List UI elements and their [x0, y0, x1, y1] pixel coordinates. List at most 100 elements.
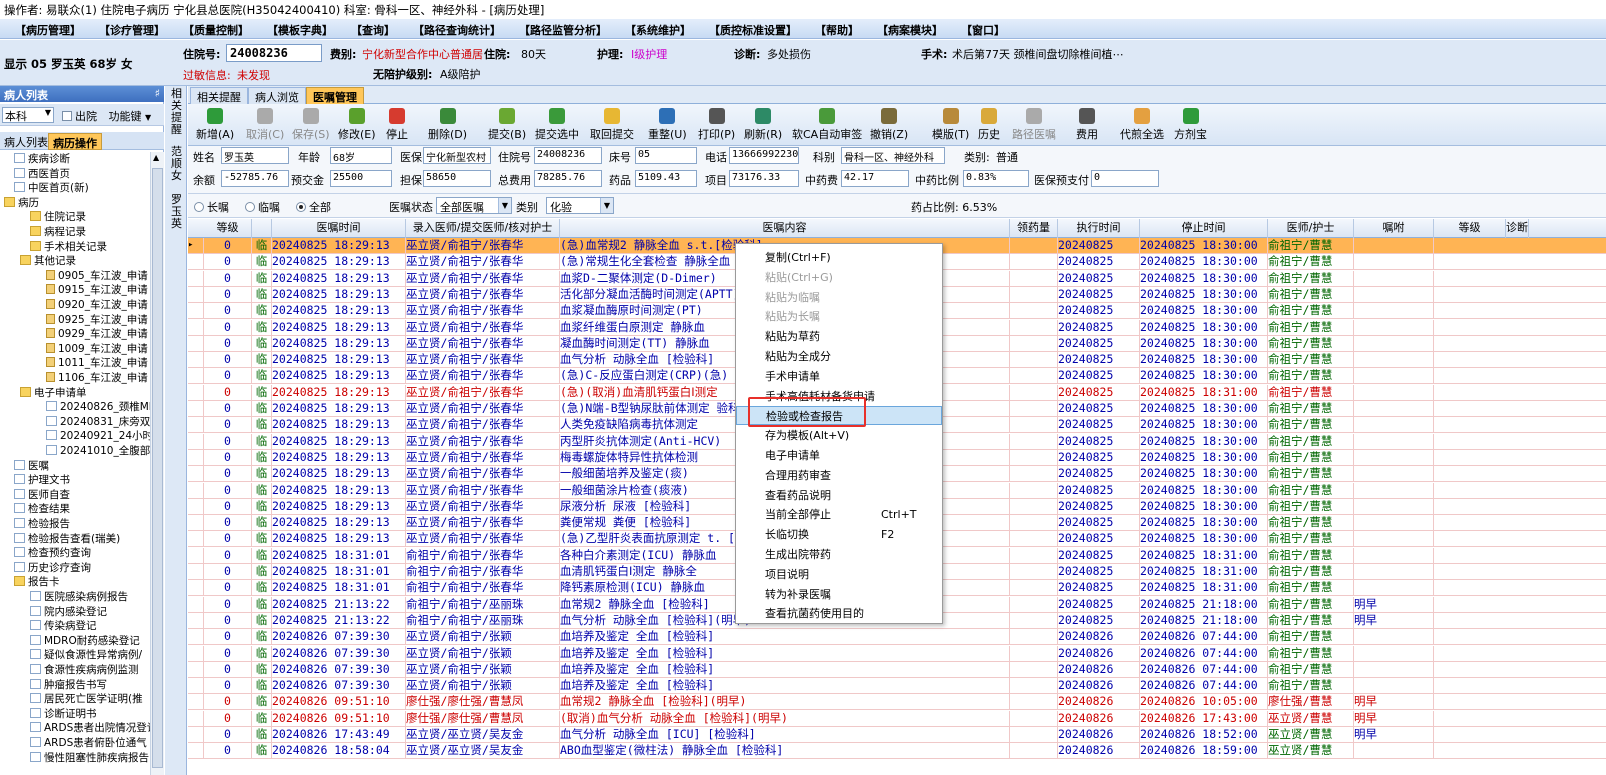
tree-node[interactable]: ARDS患者俯卧位通气 [30, 736, 147, 750]
row-indicator[interactable] [188, 678, 204, 695]
toolbar-button[interactable]: 费用 [1076, 106, 1098, 144]
phone-field[interactable]: 13666992230 [729, 147, 799, 164]
row-indicator[interactable] [188, 580, 204, 597]
row-indicator[interactable] [188, 482, 204, 499]
context-menu-item[interactable]: 长临切换 F2 [736, 525, 942, 544]
column-header[interactable]: 录入医师/提交医师/核对护士 [406, 219, 560, 238]
menu-item[interactable]: 【质量控制】 [174, 19, 258, 38]
toolbar-button[interactable]: 新增(A) [196, 106, 234, 144]
tree-node[interactable]: 诊断证明书 [30, 707, 97, 721]
row-indicator[interactable] [188, 743, 204, 760]
tab-related-reminder[interactable]: 相关提醒 [190, 87, 248, 104]
row-indicator[interactable] [188, 547, 204, 564]
tree-node[interactable]: 西医首页 [14, 167, 70, 181]
tree-node[interactable]: 病历 [4, 196, 39, 210]
toolbar-button[interactable]: 打印(P) [698, 106, 735, 144]
row-indicator[interactable] [188, 433, 204, 450]
row-indicator[interactable] [188, 515, 204, 532]
tree-node[interactable]: 检查预约查询 [14, 546, 91, 560]
menu-item[interactable]: 【帮助】 [806, 19, 868, 38]
row-indicator[interactable] [188, 401, 204, 417]
context-menu-item[interactable]: 查看药品说明 [736, 486, 942, 505]
toolbar-button[interactable]: 刷新(R) [744, 106, 782, 144]
context-menu-item[interactable]: 合理用药审查 [736, 466, 942, 485]
scrollbar-thumb[interactable] [152, 168, 163, 768]
prepaid-field[interactable]: 25500 [330, 170, 392, 187]
row-indicator[interactable] [188, 335, 204, 352]
column-header[interactable]: 医嘱内容 [560, 219, 1010, 238]
tree-node[interactable]: 1009_车江波_申请 [46, 342, 148, 356]
row-indicator[interactable] [188, 303, 204, 320]
row-indicator[interactable] [188, 384, 204, 401]
row-indicator[interactable] [188, 466, 204, 483]
tree-node[interactable]: ARDS患者出院情况登记 [30, 721, 150, 735]
toolbar-button[interactable]: 保存(S) [292, 106, 330, 144]
context-menu-item[interactable]: 粘贴为长嘱 [736, 307, 942, 326]
context-menu-item[interactable]: 存为模板(Alt+V) [736, 426, 942, 445]
tab-patient-browse[interactable]: 病人浏览 [248, 87, 306, 104]
department-field[interactable]: 骨科一区、神经外科 [841, 147, 945, 164]
tree-node[interactable]: 护理文书 [14, 473, 70, 487]
row-indicator[interactable] [188, 645, 204, 662]
tree-node[interactable]: 历史诊疗查询 [14, 561, 91, 575]
tree-node[interactable]: 病程记录 [30, 225, 86, 239]
toolbar-button[interactable]: 软CA自动审签 [792, 106, 862, 144]
toolbar-button[interactable]: 历史 [978, 106, 1000, 144]
context-menu-item[interactable]: 粘贴为全成分 [736, 347, 942, 366]
table-row[interactable]: 0 临 20240826 09:51:10 廖仕强/廖仕强/曹慧凤 (取消)血气分析 动… [188, 710, 1606, 727]
column-header[interactable]: 医师/护士 [1268, 219, 1354, 238]
column-header[interactable]: 嘱咐 [1354, 219, 1434, 238]
tree-node[interactable]: 0925_车江波_申请 [46, 313, 148, 327]
tree-node[interactable]: 住院记录 [30, 210, 86, 224]
row-indicator[interactable] [188, 352, 204, 369]
tree-node[interactable]: 0929_车江波_申请 [46, 327, 148, 341]
drug-fee-field[interactable]: 5109.43 [635, 170, 697, 187]
tree-node[interactable]: 20240831_床旁双 [46, 415, 150, 429]
row-indicator[interactable] [188, 710, 204, 727]
toolbar-button[interactable]: 代煎全选 [1120, 106, 1164, 144]
toolbar-button[interactable]: 提交(B) [488, 106, 526, 144]
row-indicator[interactable] [188, 727, 204, 743]
context-menu-item[interactable]: 查看抗菌药使用目的 [736, 604, 942, 623]
row-indicator[interactable] [188, 531, 204, 548]
tree-node[interactable]: 电子申请单 [20, 386, 87, 400]
toolbar-button[interactable]: 取回提交 [590, 106, 634, 144]
column-header[interactable]: 诊断 [1506, 219, 1529, 238]
column-header[interactable]: 等级 [1434, 219, 1506, 238]
toolbar-button[interactable]: 删除(D) [428, 106, 467, 144]
total-fee-field[interactable]: 78285.76 [534, 170, 602, 187]
row-indicator[interactable] [188, 612, 204, 629]
long-term-radio[interactable]: 长嘱 [194, 199, 229, 215]
toolbar-button[interactable]: 修改(E) [338, 106, 376, 144]
tree-node[interactable]: 手术相关记录 [30, 240, 107, 254]
tree-node[interactable]: 居民死亡医学证明(推 [30, 692, 143, 706]
tab-patient-list[interactable]: 病人列表 [0, 133, 52, 150]
context-menu-item[interactable]: 项目说明 [736, 565, 942, 584]
toolbar-button[interactable]: 方剂宝 [1174, 106, 1207, 144]
guarantee-field[interactable]: 58650 [423, 170, 491, 187]
tree-node[interactable]: 其他记录 [20, 254, 76, 268]
toolbar-button[interactable]: 撤销(Z) [870, 106, 908, 144]
menu-item[interactable]: 【查询】 [342, 19, 404, 38]
row-indicator[interactable] [188, 319, 204, 336]
row-indicator[interactable] [188, 694, 204, 711]
context-menu-item[interactable]: 粘贴为临嘱 [736, 288, 942, 307]
toolbar-button[interactable]: 模版(T) [932, 106, 969, 144]
tcm-fee-field[interactable]: 42.17 [841, 170, 909, 187]
pin-icon[interactable]: ♯ [155, 87, 160, 100]
row-indicator[interactable] [188, 564, 204, 580]
menu-item[interactable]: 【路径监管分析】 [510, 19, 616, 38]
menu-item[interactable]: 【诊疗管理】 [90, 19, 174, 38]
radio-circle[interactable] [194, 202, 204, 212]
column-header[interactable]: 领药量 [1010, 219, 1058, 238]
menu-item[interactable]: 【路径查询统计】 [404, 19, 510, 38]
all-radio[interactable]: 全部 [296, 199, 331, 215]
column-header[interactable]: 执行时间 [1058, 219, 1140, 238]
type-select[interactable]: 化验 ▼ [546, 197, 614, 214]
menu-item[interactable]: 【系统维护】 [616, 19, 700, 38]
tree-node[interactable]: 0915_车江波_申请 [46, 283, 148, 297]
function-key-button[interactable]: 功能键 [109, 110, 142, 123]
column-header[interactable]: 医嘱时间 [272, 219, 406, 238]
tree-node[interactable]: 医嘱 [14, 459, 49, 473]
name-field[interactable]: 罗玉英 [221, 147, 289, 164]
